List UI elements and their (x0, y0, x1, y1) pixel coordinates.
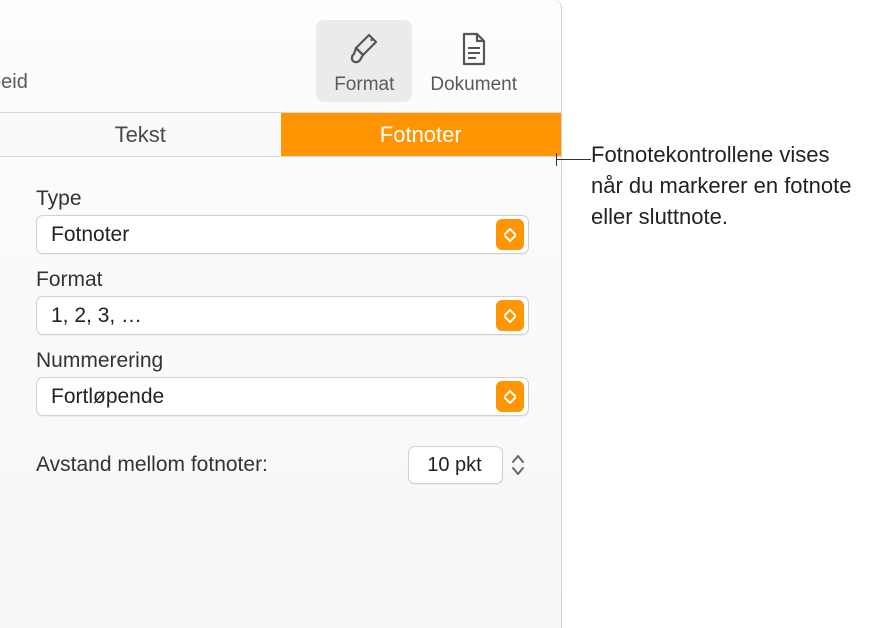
spacing-label: Avstand mellom fotnoter: (36, 453, 408, 477)
spacing-stepper (408, 446, 529, 484)
type-label: Type (36, 187, 529, 211)
document-label: Dokument (430, 74, 517, 96)
numbering-field-group: Nummerering Fortløpende (36, 349, 529, 416)
type-popup[interactable]: Fotnoter (36, 215, 529, 254)
toolbar: beid Format (0, 0, 561, 113)
format-toolbar-button[interactable]: Format (316, 20, 412, 102)
chevron-updown-icon (496, 219, 524, 250)
toolbar-left-text: beid (0, 71, 28, 102)
numbering-popup[interactable]: Fortløpende (36, 377, 529, 416)
chevron-up-icon (511, 454, 525, 464)
spacing-row: Avstand mellom fotnoter: (36, 446, 529, 484)
callout-text: Fotnotekontrollene vises når du markerer… (591, 140, 861, 232)
format-label: Format (334, 74, 394, 96)
type-field-group: Type Fotnoter (36, 187, 529, 254)
numbering-label: Nummerering (36, 349, 529, 373)
tab-footnotes-label: Fotnoter (380, 122, 462, 148)
document-toolbar-button[interactable]: Dokument (412, 20, 535, 102)
paintbrush-icon (343, 28, 385, 70)
document-icon (453, 28, 495, 70)
format-field-group: Format 1, 2, 3, … (36, 268, 529, 335)
content-area: Type Fotnoter Format 1, 2, 3, … Nummerer… (0, 157, 561, 484)
spacing-input[interactable] (408, 446, 503, 484)
format-label: Format (36, 268, 529, 292)
inspector-panel: beid Format (0, 0, 562, 628)
segment-tabs: Tekst Fotnoter (0, 113, 561, 157)
callout-line (556, 159, 591, 160)
chevron-updown-icon (496, 381, 524, 412)
chevron-down-icon (511, 466, 525, 476)
numbering-value: Fortløpende (37, 385, 496, 409)
type-value: Fotnoter (37, 223, 496, 247)
tab-text-label: Tekst (115, 122, 166, 148)
chevron-updown-icon (496, 300, 524, 331)
stepper-arrows[interactable] (507, 447, 529, 483)
toolbar-buttons: Format Dokument (316, 20, 535, 102)
format-popup[interactable]: 1, 2, 3, … (36, 296, 529, 335)
tab-text[interactable]: Tekst (0, 113, 281, 156)
format-value: 1, 2, 3, … (37, 304, 496, 328)
tab-footnotes[interactable]: Fotnoter (281, 113, 562, 156)
